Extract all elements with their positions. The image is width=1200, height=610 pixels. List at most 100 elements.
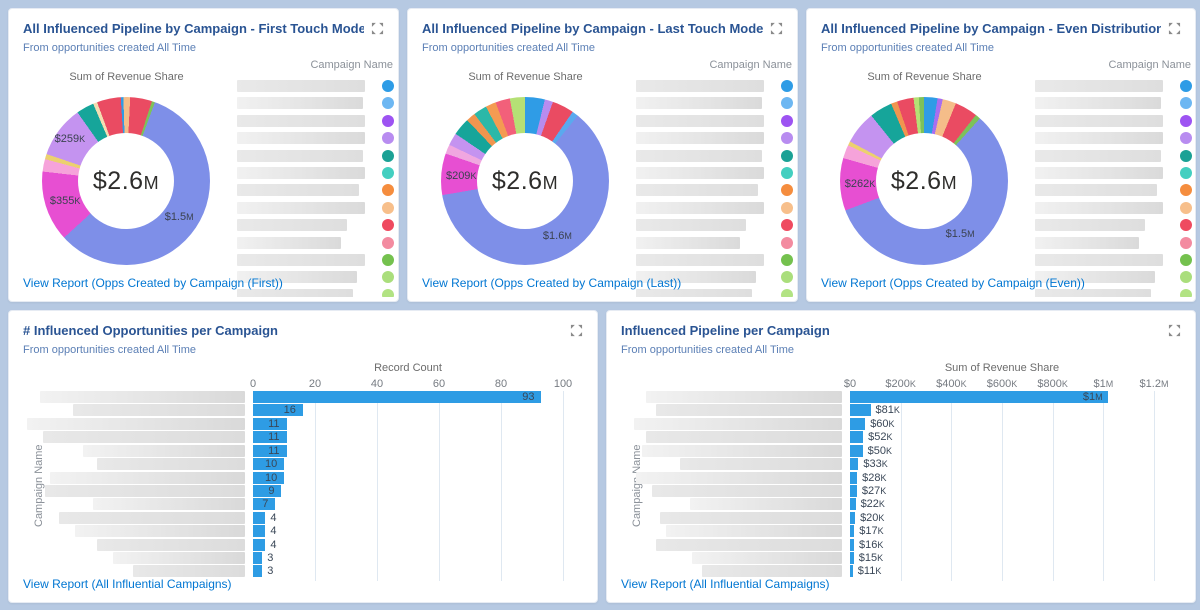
- bar[interactable]: [850, 512, 855, 524]
- bar-row: $28K: [850, 472, 1154, 484]
- donut-slice-value: $1.5M: [165, 211, 194, 223]
- legend-item: [237, 237, 394, 249]
- legend-label-redacted: [1035, 97, 1161, 109]
- bar-chart[interactable]: $1M$81K$60K$52K$50K$33K$28K$27K$22K$20K$…: [850, 391, 1154, 583]
- category-label-redacted: [40, 391, 245, 403]
- legend-label-redacted: [636, 254, 764, 266]
- donut-slice-value: $1.6M: [543, 230, 572, 242]
- x-axis-tick: $1M: [1093, 378, 1113, 390]
- bar[interactable]: [850, 525, 854, 537]
- expand-button[interactable]: [371, 21, 385, 35]
- legend-label-redacted: [636, 80, 764, 92]
- panel-influenced-opportunities: # Influenced Opportunities per Campaign …: [8, 310, 598, 603]
- legend-label-redacted: [1035, 167, 1163, 179]
- expand-button[interactable]: [570, 323, 584, 337]
- bar[interactable]: [850, 485, 857, 497]
- bar-value-label: $52K: [868, 431, 892, 443]
- legend-item: [237, 167, 394, 179]
- expand-icon: [371, 22, 385, 35]
- bar[interactable]: [253, 565, 262, 577]
- bar[interactable]: [850, 565, 853, 577]
- expand-icon: [770, 22, 784, 35]
- view-report-link[interactable]: View Report (Opps Created by Campaign (F…: [23, 276, 283, 290]
- bar-row: $16K: [850, 539, 1154, 551]
- bar[interactable]: [253, 512, 265, 524]
- bar-row: $15K: [850, 552, 1154, 564]
- x-axis-tick: 0: [250, 378, 256, 390]
- legend-label-redacted: [636, 237, 740, 249]
- donut-hole: $2.6M: [78, 133, 174, 229]
- view-report-link[interactable]: View Report (Opps Created by Campaign (E…: [821, 276, 1085, 290]
- donut-center-total: $2.6M: [492, 167, 558, 196]
- gridline: [1154, 391, 1155, 581]
- expand-button[interactable]: [1168, 21, 1182, 35]
- x-axis-title: Sum of Revenue Share: [850, 362, 1154, 374]
- x-axis-tick: $200K: [885, 378, 916, 390]
- bar[interactable]: [850, 552, 854, 564]
- x-axis-tick: 60: [433, 378, 445, 390]
- chart-title: Sum of Revenue Share: [34, 71, 219, 83]
- legend-label-redacted: [237, 202, 365, 214]
- bar-chart[interactable]: 931611111110109744433: [253, 391, 563, 583]
- category-label-redacted: [59, 512, 245, 524]
- legend-label-redacted: [237, 97, 363, 109]
- bar[interactable]: [850, 391, 1108, 403]
- legend-color-dot: [382, 184, 394, 196]
- campaign-legend: Campaign Name: [1035, 59, 1192, 297]
- bar[interactable]: [253, 391, 541, 403]
- panel-influenced-pipeline: Influenced Pipeline per Campaign From op…: [606, 310, 1196, 603]
- legend-item: [636, 237, 793, 249]
- legend-label-redacted: [636, 97, 762, 109]
- bar[interactable]: [850, 431, 863, 443]
- bar[interactable]: [850, 472, 857, 484]
- legend-item: [1035, 237, 1192, 249]
- bar[interactable]: [253, 525, 265, 537]
- legend-item: [636, 219, 793, 231]
- campaign-legend: Campaign Name: [636, 59, 793, 297]
- bar[interactable]: [850, 498, 856, 510]
- expand-button[interactable]: [1168, 323, 1182, 337]
- bar-row: 10: [253, 472, 563, 484]
- donut-chart[interactable]: $2.6M $1.5M$262K: [840, 97, 1008, 265]
- legend-color-dot: [781, 80, 793, 92]
- category-label-redacted: [97, 458, 245, 470]
- legend-label-redacted: [1035, 219, 1145, 231]
- legend-color-dot: [1180, 97, 1192, 109]
- campaign-legend: Campaign Name: [237, 59, 394, 297]
- bar[interactable]: [253, 485, 281, 497]
- donut-chart[interactable]: $2.6M $1.5M$355K$259K: [42, 97, 210, 265]
- legend-color-dot: [1180, 132, 1192, 144]
- bar[interactable]: [850, 539, 854, 551]
- bar[interactable]: [850, 445, 863, 457]
- bar[interactable]: [253, 552, 262, 564]
- bar-row: $81K: [850, 404, 1154, 416]
- x-axis-title: Record Count: [253, 362, 563, 374]
- panel-title: # Influenced Opportunities per Campaign: [23, 323, 563, 338]
- legend-color-dot: [1180, 254, 1192, 266]
- legend-label-redacted: [1035, 202, 1163, 214]
- legend-label-redacted: [237, 184, 359, 196]
- bar[interactable]: [850, 458, 858, 470]
- legend-label-redacted: [237, 132, 365, 144]
- expand-button[interactable]: [770, 21, 784, 35]
- legend-item: [636, 167, 793, 179]
- bar[interactable]: [253, 539, 265, 551]
- expand-icon: [1168, 324, 1182, 337]
- legend-item: [636, 184, 793, 196]
- view-report-link[interactable]: View Report (All Influential Campaigns): [23, 577, 232, 591]
- view-report-link[interactable]: View Report (Opps Created by Campaign (L…: [422, 276, 681, 290]
- legend-color-dot: [382, 167, 394, 179]
- bar[interactable]: [850, 404, 871, 416]
- gridline: [563, 391, 564, 581]
- bar-value-label: 93: [522, 391, 534, 403]
- legend-item: [1035, 219, 1192, 231]
- category-label-redacted: [50, 472, 245, 484]
- bar-row: $50K: [850, 445, 1154, 457]
- legend-title: Campaign Name: [636, 59, 793, 71]
- bar[interactable]: [850, 418, 865, 430]
- legend-item: [1035, 202, 1192, 214]
- view-report-link[interactable]: View Report (All Influential Campaigns): [621, 577, 830, 591]
- category-label-redacted: [83, 445, 245, 457]
- donut-chart[interactable]: $2.6M $1.6M$209K: [441, 97, 609, 265]
- bar-value-label: 7: [262, 498, 268, 510]
